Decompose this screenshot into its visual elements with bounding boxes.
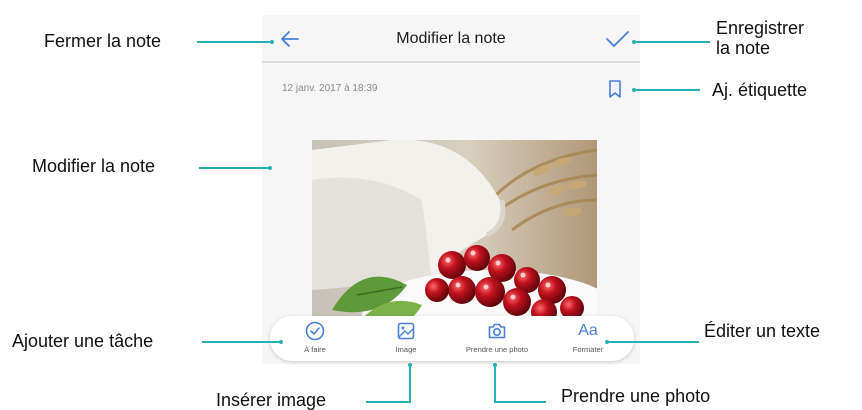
leader-edit: [199, 167, 269, 169]
bookmark-icon[interactable]: [604, 78, 626, 100]
note-date: 12 janv. 2017 à 18:39: [282, 83, 378, 94]
callout-add-task: Ajouter une tâche: [12, 331, 154, 351]
leader-close: [197, 41, 270, 43]
note-editor-screen: Modifier la note 12 janv. 2017 à 18:39 À…: [262, 15, 640, 364]
callout-take-photo: Prendre une photo: [561, 386, 711, 406]
title-bar: Modifier la note: [262, 15, 640, 63]
todo-label: À faire: [304, 345, 326, 354]
leader-dot: [268, 166, 272, 170]
image-button[interactable]: Image: [361, 320, 451, 354]
leader-task: [202, 341, 280, 343]
check-circle-icon: [305, 321, 325, 341]
camera-icon: [488, 323, 506, 339]
leader-save: [634, 41, 710, 43]
format-button[interactable]: Aa Formater: [543, 320, 633, 354]
leader-take-photo: [494, 401, 546, 403]
callout-add-tag: Aj. étiquette: [712, 80, 808, 100]
callout-edit-text: Éditer un texte: [704, 321, 821, 341]
bottom-toolbar: À faire Image Prendre une photo Aa Forma…: [270, 316, 634, 361]
callout-edit-note: Modifier la note: [32, 156, 156, 176]
leader-dot: [270, 40, 274, 44]
leader-insert-image-vertical: [409, 365, 411, 402]
todo-button[interactable]: À faire: [270, 320, 360, 354]
note-photo[interactable]: [312, 140, 597, 335]
callout-save-note-line2: la note: [716, 38, 771, 58]
checkmark-icon[interactable]: [602, 25, 632, 53]
image-icon: [397, 322, 415, 340]
page-title: Modifier la note: [396, 30, 506, 47]
callout-insert-image: Insérer image: [216, 390, 327, 410]
leader-take-photo-vertical: [494, 365, 496, 402]
format-label: Formater: [572, 345, 604, 354]
text-format-icon: Aa: [578, 322, 598, 339]
take-photo-button[interactable]: Prendre une photo: [452, 320, 542, 354]
leader-format: [607, 341, 699, 343]
callout-save-note-line1: Enregistrer: [716, 18, 805, 38]
leader-insert-image: [366, 401, 411, 403]
take-photo-label: Prendre une photo: [465, 345, 529, 354]
callout-close-note: Fermer la note: [44, 31, 162, 51]
leader-dot: [279, 340, 283, 344]
image-label: Image: [395, 345, 417, 354]
leader-tag: [634, 89, 700, 91]
